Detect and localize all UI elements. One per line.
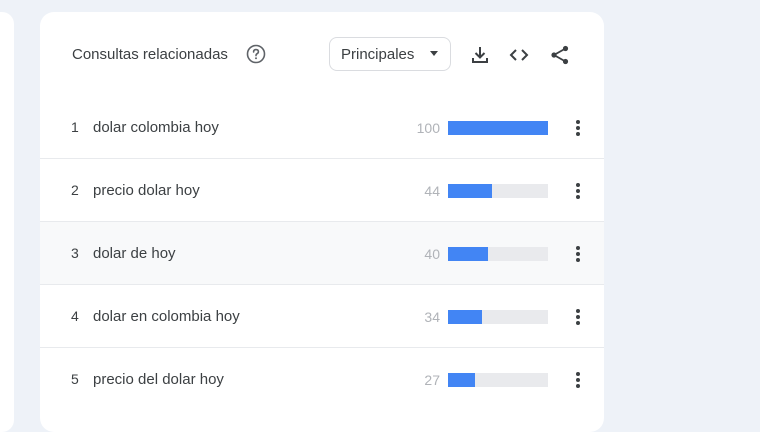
interest-value: 40 (424, 246, 440, 262)
interest-value: 100 (416, 120, 440, 136)
help-icon[interactable] (246, 44, 266, 64)
card-header: Consultas relacionadas Principales (40, 12, 604, 96)
interest-bar-fill (448, 373, 475, 387)
list-item[interactable]: 4 dolar en colombia hoy 34 (40, 285, 604, 348)
list-item[interactable]: 5 precio del dolar hoy 27 (40, 348, 604, 411)
card-title: Consultas relacionadas (72, 46, 228, 63)
interest-value: 27 (424, 372, 440, 388)
rank-number: 5 (71, 371, 79, 387)
interest-bar-fill (448, 310, 482, 324)
more-options-icon[interactable] (570, 181, 586, 201)
query-text[interactable]: dolar en colombia hoy (93, 308, 240, 325)
adjacent-card (0, 12, 14, 432)
query-text[interactable]: dolar colombia hoy (93, 119, 219, 136)
query-text[interactable]: dolar de hoy (93, 245, 176, 262)
download-icon[interactable] (468, 43, 492, 67)
list-item[interactable]: 3 dolar de hoy 40 (40, 222, 604, 285)
list-item[interactable]: 1 dolar colombia hoy 100 (40, 96, 604, 159)
more-options-icon[interactable] (570, 370, 586, 390)
related-queries-card: Consultas relacionadas Principales 1 dol… (40, 12, 604, 432)
embed-code-icon[interactable] (507, 43, 531, 67)
interest-bar-fill (448, 121, 548, 135)
interest-bar-track (448, 121, 548, 135)
interest-value: 44 (424, 183, 440, 199)
rank-number: 2 (71, 182, 79, 198)
more-options-icon[interactable] (570, 244, 586, 264)
rank-number: 1 (71, 119, 79, 135)
interest-bar-track (448, 184, 548, 198)
query-list: 1 dolar colombia hoy 100 2 precio dolar … (40, 96, 604, 411)
rank-number: 3 (71, 245, 79, 261)
interest-value: 34 (424, 309, 440, 325)
share-icon[interactable] (548, 43, 572, 67)
dropdown-label: Principales (341, 45, 415, 63)
query-text[interactable]: precio del dolar hoy (93, 371, 224, 388)
dropdown-arrow-icon (430, 51, 438, 56)
query-text[interactable]: precio dolar hoy (93, 182, 200, 199)
more-options-icon[interactable] (570, 118, 586, 138)
interest-bar-fill (448, 247, 488, 261)
ranking-dropdown[interactable]: Principales (329, 37, 451, 71)
rank-number: 4 (71, 308, 79, 324)
interest-bar-track (448, 373, 548, 387)
list-item[interactable]: 2 precio dolar hoy 44 (40, 159, 604, 222)
interest-bar-fill (448, 184, 492, 198)
more-options-icon[interactable] (570, 307, 586, 327)
interest-bar-track (448, 310, 548, 324)
interest-bar-track (448, 247, 548, 261)
